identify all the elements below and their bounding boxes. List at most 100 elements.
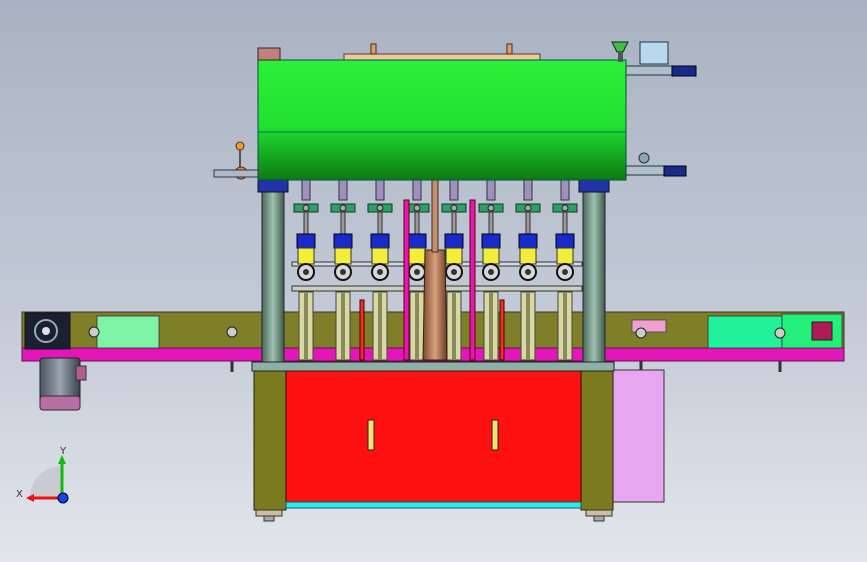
supply-tube <box>412 179 422 201</box>
valve-actuator <box>518 233 538 249</box>
valve-stem <box>377 211 383 235</box>
nozzle-core <box>452 292 456 360</box>
valve-stem <box>525 211 531 235</box>
valve-stem <box>340 211 346 235</box>
valve-body <box>297 247 315 265</box>
supply-tube <box>338 179 348 201</box>
hose-coupling-top <box>671 65 697 77</box>
cabinet-door-panel <box>285 367 582 503</box>
base-cabinet <box>251 361 665 522</box>
valve-hub <box>562 269 568 275</box>
valve-actuator <box>481 233 501 249</box>
supply-tube <box>301 179 311 201</box>
leveling-foot <box>255 509 283 517</box>
breather-box <box>639 41 669 65</box>
cabinet-top-plate <box>251 361 615 372</box>
valve-body <box>519 247 537 265</box>
control-box-icon <box>811 321 833 341</box>
column-left <box>261 189 285 363</box>
sprocket-icon <box>88 326 100 338</box>
regulator-knob-icon <box>376 204 384 212</box>
nozzle-core <box>526 292 530 360</box>
regulator-knob-icon <box>561 204 569 212</box>
valve-actuator <box>444 233 464 249</box>
motor-body <box>39 357 81 403</box>
door-handle-right <box>491 419 499 451</box>
valve-body <box>556 247 574 265</box>
leg-left <box>253 367 287 511</box>
valve-hub <box>414 269 420 275</box>
hose-coupling-bottom <box>663 165 687 177</box>
regulator-knob-icon <box>487 204 495 212</box>
regulator-knob-icon <box>339 204 347 212</box>
guide-rod <box>359 299 365 361</box>
nozzle-core <box>304 292 308 360</box>
side-panel <box>609 369 665 503</box>
inlet-pipe-right <box>625 65 675 76</box>
valve-stem <box>488 211 494 235</box>
regulator-knob-icon <box>524 204 532 212</box>
valve-hub <box>488 269 494 275</box>
valve-stem <box>303 211 309 235</box>
triad-plane <box>30 466 62 498</box>
guide-rod <box>499 299 505 361</box>
valve-hub <box>340 269 346 275</box>
nozzle-core <box>415 292 419 360</box>
guide-rod <box>403 199 410 361</box>
valve-body <box>371 247 389 265</box>
valve-body <box>445 247 463 265</box>
motor-flange <box>39 395 81 411</box>
cabinet-base-plate <box>285 501 582 509</box>
tank-body <box>257 59 627 181</box>
z-axis-origin <box>57 492 69 504</box>
inlet-pipe-left <box>213 169 259 178</box>
valve-actuator <box>370 233 390 249</box>
valve-actuator <box>407 233 427 249</box>
nozzle-core <box>563 292 567 360</box>
level-sensor <box>257 47 281 61</box>
valve-hub <box>451 269 457 275</box>
y-axis-label: Y <box>59 446 67 457</box>
cad-viewport[interactable]: X Y <box>0 0 867 562</box>
leveling-foot <box>585 509 613 517</box>
pressure-gauge-icon <box>235 141 245 151</box>
storage-tank <box>213 43 627 181</box>
valve-actuator <box>555 233 575 249</box>
nozzle-core <box>378 292 382 360</box>
valve-hub <box>303 269 309 275</box>
valve-hub <box>377 269 383 275</box>
supply-tube <box>486 179 496 201</box>
valve-body <box>408 247 426 265</box>
door-handle-left <box>367 419 375 451</box>
supply-tube <box>375 179 385 201</box>
valve-stem <box>562 211 568 235</box>
axis-triad: X Y <box>16 446 69 504</box>
valve-actuator <box>333 233 353 249</box>
valve-stem <box>414 211 420 235</box>
motor-terminal-box <box>75 365 87 381</box>
funnel-icon <box>611 41 629 53</box>
regulator-knob-icon <box>450 204 458 212</box>
valve-stem <box>451 211 457 235</box>
supply-tube <box>560 179 570 201</box>
leg-right <box>580 367 614 511</box>
regulator-knob-icon <box>413 204 421 212</box>
valve-actuator <box>296 233 316 249</box>
sprocket-icon <box>226 326 238 338</box>
center-upright <box>431 179 439 253</box>
guide-rod <box>469 199 476 361</box>
sprocket-icon <box>774 327 786 339</box>
sprocket-icon <box>635 327 647 339</box>
supply-tube <box>523 179 533 201</box>
nozzle-core <box>341 292 345 360</box>
x-axis-label: X <box>16 489 23 500</box>
valve-icon <box>638 152 650 164</box>
valve-body <box>482 247 500 265</box>
column-right <box>582 189 606 363</box>
nozzle-core <box>489 292 493 360</box>
valve-body <box>334 247 352 265</box>
conveyor-guard-left <box>96 315 160 349</box>
regulator-knob-icon <box>302 204 310 212</box>
conveyor-guard-right <box>707 315 783 349</box>
center-manifold <box>422 249 448 361</box>
